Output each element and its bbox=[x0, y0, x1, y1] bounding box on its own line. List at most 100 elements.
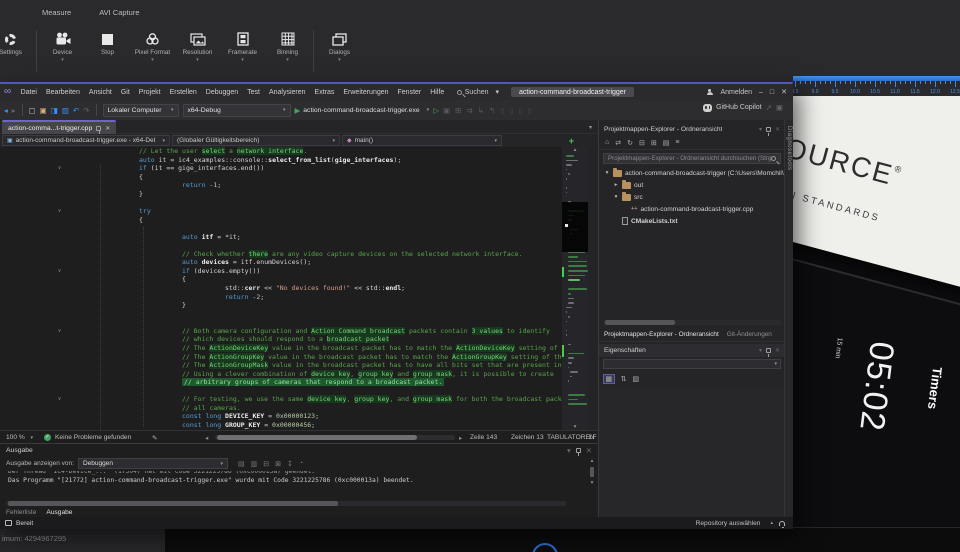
properties-object-combo[interactable]: ▾ bbox=[603, 359, 781, 369]
output-tool-icon[interactable]: ⊠ bbox=[275, 460, 281, 468]
scroll-up-icon[interactable]: ▴ bbox=[562, 147, 588, 153]
capture-menu-avi-capture[interactable]: AVI Capture bbox=[99, 8, 139, 17]
explorer-tool-icon[interactable]: ⊟ bbox=[639, 139, 645, 147]
output-source-combo[interactable]: Debuggen ▾ bbox=[78, 458, 228, 469]
notifications-bell-icon[interactable] bbox=[779, 521, 785, 526]
output-vertical-scrollbar[interactable]: ▴ ▾ bbox=[588, 458, 596, 498]
menu-erstellen[interactable]: Erstellen bbox=[165, 89, 201, 96]
output-tool-icon[interactable]: ▤ bbox=[238, 460, 245, 468]
feedback-icon[interactable] bbox=[5, 520, 12, 526]
output-tool-icon[interactable]: ◔ bbox=[299, 460, 303, 468]
sign-in-button[interactable]: Anmelden bbox=[720, 89, 752, 96]
capture-framerate-button[interactable]: Framerate▾ bbox=[220, 28, 265, 62]
editor-scrollbar[interactable] bbox=[588, 147, 598, 430]
tree-item-src[interactable]: ▾src bbox=[599, 191, 785, 203]
new-file-icon[interactable]: ▢ bbox=[29, 106, 36, 115]
scroll-down-icon[interactable]: ▾ bbox=[591, 480, 594, 486]
debug-tool-icon[interactable]: ↰ bbox=[489, 106, 495, 115]
menu-hilfe[interactable]: Hilfe bbox=[426, 89, 449, 96]
badge-icon[interactable]: ▣ bbox=[776, 103, 783, 112]
scrollbar-thumb[interactable] bbox=[590, 467, 594, 477]
open-folder-icon[interactable]: ▣ bbox=[40, 106, 47, 115]
horizontal-scrollbar[interactable] bbox=[215, 435, 455, 440]
fold-collapse-icon[interactable]: ∨ bbox=[58, 327, 61, 336]
debug-target-combo[interactable]: Lokaler Computer ▾ bbox=[103, 104, 179, 117]
chevron-down-icon[interactable]: ▾ bbox=[567, 446, 571, 455]
explorer-tab-projektmappen-expl[interactable]: Projektmappen-Explorer - Ordneransicht bbox=[604, 331, 719, 338]
pin-icon[interactable] bbox=[96, 126, 101, 131]
nav-project-combo[interactable]: ▣ action-command-broadcast-trigger.exe -… bbox=[2, 135, 170, 146]
tab-list-chevron-icon[interactable]: ▾ bbox=[589, 124, 592, 131]
menu-debuggen[interactable]: Debuggen bbox=[201, 89, 242, 96]
debug-tool-icon[interactable]: ▯ bbox=[519, 106, 523, 115]
properties-tool-icon[interactable]: ⇅ bbox=[621, 375, 627, 383]
menu-test[interactable]: Test bbox=[243, 89, 265, 96]
menu-analysieren[interactable]: Analysieren bbox=[264, 89, 310, 96]
user-account-icon[interactable] bbox=[706, 89, 713, 96]
maximize-button[interactable]: □ bbox=[770, 89, 774, 96]
menu-ansicht[interactable]: Ansicht bbox=[84, 89, 116, 96]
properties-tool-icon[interactable]: ▦ bbox=[603, 374, 615, 384]
chevron-down-icon[interactable]: ▾ bbox=[759, 126, 762, 133]
debug-tool-icon[interactable]: ↳ bbox=[478, 106, 484, 115]
output-tool-icon[interactable]: ↧ bbox=[287, 460, 293, 468]
output-header[interactable]: Ausgabe ▾ ✕ bbox=[0, 444, 598, 456]
output-log[interactable]: Der Thread 'IC4-Device_...' (17304) hat … bbox=[0, 471, 580, 499]
save-all-icon[interactable]: ▥ bbox=[62, 106, 69, 115]
nav-member-combo[interactable]: ◆ main() ▾ bbox=[342, 135, 502, 146]
vs-titlebar[interactable]: ∞ DateiBearbeitenAnsichtGitProjektErstel… bbox=[0, 84, 793, 100]
menu-fenster[interactable]: Fenster bbox=[393, 89, 426, 96]
chevron-down-icon[interactable]: ▾ bbox=[759, 347, 762, 354]
run-button[interactable]: ▶ action-command-broadcast-trigger.exe ▾ bbox=[295, 106, 430, 115]
solution-explorer-header[interactable]: Projektmappen-Explorer - Ordneransicht ▾… bbox=[599, 123, 785, 136]
share-icon[interactable]: ↗ bbox=[766, 103, 772, 112]
diagnostics-side-tab[interactable]: Diagnosetools bbox=[786, 126, 792, 171]
explorer-horizontal-scrollbar[interactable] bbox=[603, 320, 781, 325]
problems-status[interactable]: Keine Probleme gefunden bbox=[55, 434, 131, 441]
debug-tool-icon[interactable]: ▣ bbox=[443, 106, 450, 115]
run-without-debug-icon[interactable]: ▷ bbox=[433, 106, 439, 115]
chevron-right-icon[interactable]: ▸ bbox=[613, 182, 619, 188]
capture-menu-measure[interactable]: Measure bbox=[42, 8, 71, 17]
pin-icon[interactable] bbox=[576, 448, 581, 453]
document-tab[interactable]: action-comma...t-trigger.cpp ✕ bbox=[2, 120, 116, 134]
indent-mode-indicator[interactable]: TABULATOREN bbox=[547, 434, 595, 441]
redo-icon[interactable]: ↷ bbox=[83, 106, 89, 115]
explorer-tool-icon[interactable]: ⌂ bbox=[605, 139, 609, 146]
output-horizontal-scrollbar[interactable] bbox=[6, 501, 566, 506]
vs-search-box[interactable]: Suchen ▾ bbox=[457, 88, 499, 96]
explorer-tool-icon[interactable]: ≡ bbox=[675, 139, 679, 146]
menu-extras[interactable]: Extras bbox=[310, 89, 339, 96]
tree-item-cmakelists-txt[interactable]: CMakeLists.txt bbox=[599, 215, 785, 227]
capture-dialogs-button[interactable]: Dialogs▾ bbox=[317, 28, 362, 62]
minimap-viewport[interactable] bbox=[562, 202, 588, 252]
scroll-right-icon[interactable]: ▸ bbox=[459, 434, 462, 442]
capture-stop-button[interactable]: Stop bbox=[85, 28, 130, 56]
editor-minimap[interactable]: ▴ ▾ bbox=[562, 147, 588, 430]
tree-item-out[interactable]: ▸out bbox=[599, 179, 785, 191]
nav-scope-combo[interactable]: (Globaler Gültigkeitsbereich) ▾ bbox=[172, 135, 340, 146]
output-tool-icon[interactable]: ⊟ bbox=[263, 460, 269, 468]
capture-resolution-button[interactable]: Resolution▾ bbox=[175, 28, 220, 62]
save-icon[interactable]: ◨ bbox=[51, 106, 58, 115]
zoom-select[interactable]: 100 % ▾ bbox=[6, 434, 33, 441]
cursor-line-indicator[interactable]: Zeile 143 bbox=[470, 434, 497, 441]
problems-check-icon[interactable]: ✓ bbox=[44, 434, 51, 441]
tree-item-action-command-broadcast[interactable]: ▾action-command-broadcast-trigger (C:\Us… bbox=[599, 167, 785, 179]
close-icon[interactable]: ✕ bbox=[775, 347, 780, 354]
explorer-tool-icon[interactable]: ⊞ bbox=[651, 139, 657, 147]
menu-erweiterungen[interactable]: Erweiterungen bbox=[339, 89, 393, 96]
properties-tool-icon[interactable]: ▧ bbox=[633, 375, 640, 383]
close-tab-icon[interactable]: ✕ bbox=[105, 125, 110, 132]
capture-settings-button[interactable]: Settings bbox=[0, 28, 33, 56]
solution-explorer-search[interactable]: Projektmappen-Explorer - Ordneransicht d… bbox=[603, 153, 781, 164]
undo-icon[interactable]: ↶ bbox=[73, 106, 79, 115]
select-repository-button[interactable]: Repository auswählen bbox=[696, 520, 761, 527]
close-icon[interactable]: ✕ bbox=[586, 446, 592, 455]
build-config-combo[interactable]: x64-Debug ▾ bbox=[183, 104, 291, 117]
scrollbar-thumb[interactable] bbox=[605, 320, 675, 325]
chevron-down-icon[interactable]: ▾ bbox=[613, 194, 619, 200]
explorer-tab-git-nderungen[interactable]: Git-Änderungen bbox=[727, 331, 772, 338]
cursor-column-indicator[interactable]: Zeichen 13 bbox=[511, 434, 544, 441]
scroll-left-icon[interactable]: ◂ bbox=[205, 434, 208, 442]
